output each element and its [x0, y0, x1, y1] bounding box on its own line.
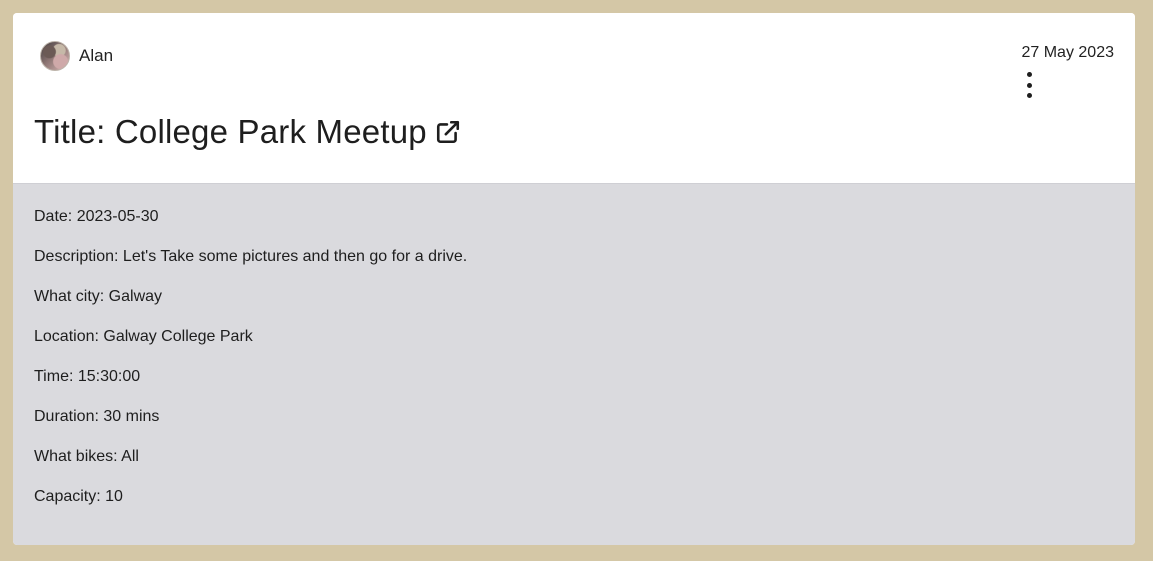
title-row: Title: College Park Meetup [34, 113, 461, 151]
more-vertical-icon[interactable] [1024, 72, 1034, 98]
author-name[interactable]: Alan [79, 46, 113, 66]
avatar[interactable] [40, 41, 70, 71]
menu-dot [1026, 72, 1032, 77]
meetup-details: Date: 2023-05-30 Description: Let's Take… [13, 183, 1135, 545]
detail-bikes: What bikes: All [34, 448, 139, 465]
author-info[interactable]: Alan [40, 41, 113, 71]
menu-dot [1026, 93, 1032, 98]
detail-time: Time: 15:30:00 [34, 368, 141, 385]
detail-city: What city: Galway [34, 288, 163, 305]
detail-description: Description: Let's Take some pictures an… [34, 248, 468, 265]
card-header: Alan 27 May 2023 Title: College Park Mee… [13, 13, 1135, 183]
detail-duration: Duration: 30 mins [34, 408, 160, 425]
detail-capacity: Capacity: 10 [34, 488, 123, 505]
menu-dot [1026, 82, 1032, 88]
detail-location: Location: Galway College Park [34, 328, 253, 345]
detail-list: Date: 2023-05-30 Description: Let's Take… [34, 206, 467, 526]
posted-date: 27 May 2023 [1021, 44, 1114, 61]
external-link-icon[interactable] [435, 119, 461, 145]
meetup-card: Alan 27 May 2023 Title: College Park Mee… [13, 13, 1135, 545]
post-title: Title: College Park Meetup [34, 113, 427, 150]
detail-date: Date: 2023-05-30 [34, 208, 159, 225]
